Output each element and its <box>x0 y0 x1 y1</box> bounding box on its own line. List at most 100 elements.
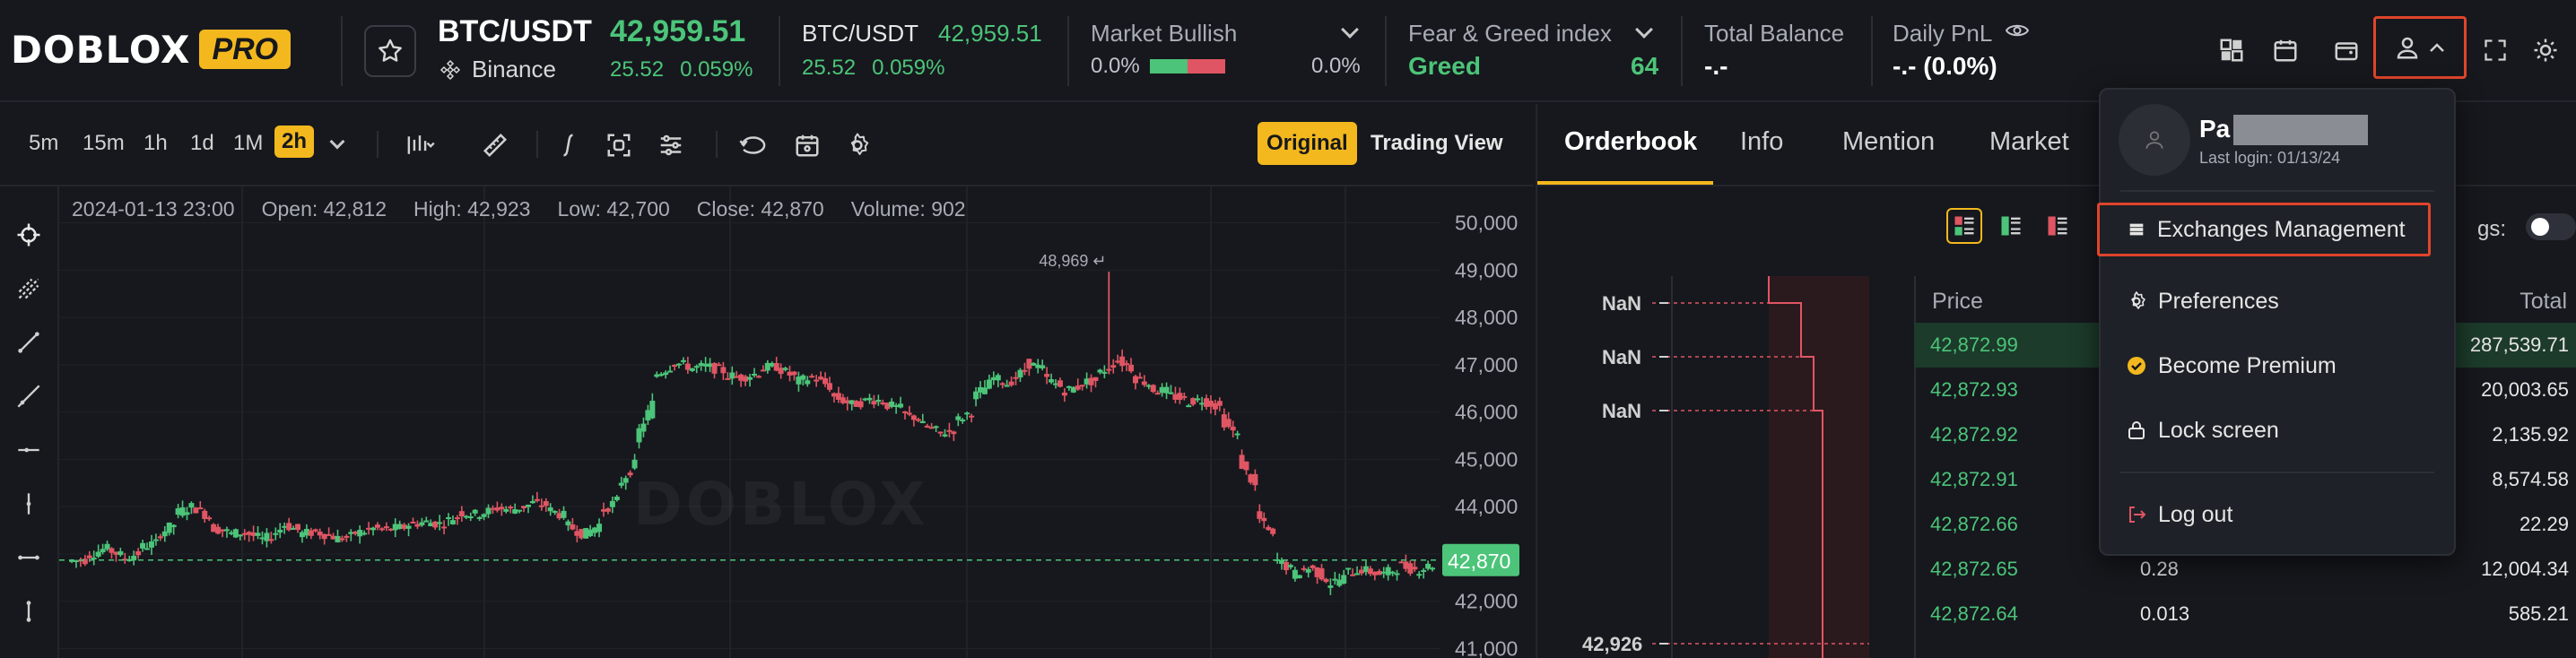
tab-info[interactable]: Info <box>1740 127 1783 157</box>
crosshair-icon[interactable] <box>11 217 47 253</box>
trend-line-icon[interactable] <box>11 325 47 360</box>
menu-lock-screen[interactable]: Lock screen <box>2101 403 2458 457</box>
menu-exchanges-management[interactable]: Exchanges Management <box>2097 203 2431 256</box>
candle-body <box>1243 461 1249 471</box>
candle-body <box>866 397 873 401</box>
calendar-icon[interactable] <box>2266 30 2305 70</box>
candle-body <box>1195 398 1201 401</box>
candle-body <box>197 507 204 510</box>
candle-body <box>649 401 656 419</box>
candle-body <box>152 539 159 541</box>
gear-icon[interactable] <box>838 126 877 165</box>
tab-orderbook[interactable]: Orderbook <box>1564 127 1697 157</box>
peak-label: 48,969 ↵ <box>1039 252 1106 270</box>
horizontal-line-icon[interactable] <box>11 432 47 468</box>
candle-body <box>499 506 505 510</box>
candle-body <box>1261 517 1267 522</box>
row-price: 42,872.64 <box>1930 602 2018 625</box>
timeframe-1h[interactable]: 1h <box>144 131 168 156</box>
vertical-ray-icon[interactable] <box>11 593 47 629</box>
candle-body <box>405 525 412 529</box>
candle-body <box>969 415 975 418</box>
chevron-down-icon[interactable] <box>1341 21 1359 39</box>
divider <box>716 131 718 158</box>
tradingview-button[interactable]: Trading View <box>1371 131 1503 156</box>
candle-low: Low: 42,700 <box>557 197 670 221</box>
candlestick-chart-svg[interactable]: 50,000 49,000 48,000 47,000 46,000 45,000 44,0… <box>59 186 1534 658</box>
candle-body <box>570 524 576 530</box>
exchange-selector[interactable]: Binance <box>439 56 556 83</box>
drawing-toolbar <box>0 186 59 658</box>
timeframe-1d[interactable]: 1d <box>190 131 214 156</box>
view-both-icon[interactable] <box>1946 208 1982 244</box>
screenshot-icon[interactable] <box>599 126 639 165</box>
candle-body <box>1225 419 1231 427</box>
candle-body <box>1110 365 1117 368</box>
depth-label: NaN <box>1602 346 1642 368</box>
horizontal-ray-icon[interactable] <box>11 540 47 576</box>
candle-body <box>1040 365 1046 368</box>
menu-become-premium[interactable]: Become Premium <box>2101 339 2458 393</box>
menu-preferences[interactable]: Preferences <box>2101 274 2458 328</box>
candle-body <box>1079 385 1085 387</box>
eye-icon[interactable] <box>2006 22 2029 39</box>
y-tick-label: 48,000 <box>1455 306 1518 329</box>
candle-body <box>1141 381 1147 385</box>
original-chart-button[interactable]: Original <box>1258 122 1357 165</box>
divider <box>377 131 379 158</box>
orderbook-row[interactable]: 42,872.64 0.013 585.21 <box>1914 592 2576 636</box>
chart-settings-sliders-icon[interactable] <box>651 126 691 165</box>
logo[interactable]: DOBLOX PRO <box>11 27 292 72</box>
price-chart[interactable]: 50,000 49,000 48,000 47,000 46,000 45,000 44,0… <box>59 186 1534 658</box>
candle-body <box>1323 578 1329 583</box>
user-icon <box>2397 37 2418 59</box>
menu-log-out[interactable]: Log out <box>2101 488 2458 541</box>
chart-type-icon[interactable] <box>400 126 439 165</box>
multi-line-icon[interactable] <box>11 271 47 307</box>
candle-body <box>529 500 535 504</box>
ruler-icon[interactable] <box>475 126 515 165</box>
candle-body <box>951 431 957 435</box>
candle-body <box>1101 371 1108 374</box>
timeframe-1M[interactable]: 1M <box>233 131 263 156</box>
candle-body <box>1022 369 1028 372</box>
ray-line-icon[interactable] <box>11 378 47 414</box>
chevron-down-icon[interactable] <box>329 134 345 150</box>
vertical-line-icon[interactable] <box>11 486 47 522</box>
pair-symbol[interactable]: BTC/USDT <box>438 14 592 49</box>
candle-body <box>675 363 682 366</box>
timeframe-2h[interactable]: 2h <box>274 126 315 158</box>
tab-mention[interactable]: Mention <box>1842 127 1935 157</box>
view-asks-icon[interactable] <box>2040 208 2076 244</box>
divider <box>536 131 538 158</box>
candle-open: Open: 42,812 <box>261 197 387 221</box>
candle-body <box>716 364 722 367</box>
market-sentiment-label[interactable]: Market Bullish <box>1091 20 1237 48</box>
candle-body <box>875 400 882 403</box>
candle-body <box>1128 364 1135 372</box>
y-tick-label: 44,000 <box>1455 495 1518 518</box>
view-bids-icon[interactable] <box>1993 208 2029 244</box>
timeframe-15m[interactable]: 15m <box>83 131 125 156</box>
chevron-down-icon[interactable] <box>1635 21 1653 39</box>
date-range-icon[interactable] <box>788 126 827 165</box>
theme-sun-icon[interactable] <box>2526 30 2565 70</box>
candle-body <box>640 423 647 432</box>
indicator-fx-icon[interactable] <box>551 126 590 165</box>
fear-greed-label[interactable]: Fear & Greed index <box>1408 20 1612 48</box>
wallet-icon[interactable] <box>2327 30 2366 70</box>
user-menu-button[interactable] <box>2373 16 2467 79</box>
candle-body <box>312 529 318 532</box>
candle-body <box>410 521 416 524</box>
candle-body <box>534 498 540 501</box>
redacted-name-mask <box>2233 115 2368 145</box>
tab-market[interactable]: Market <box>1989 127 2069 157</box>
layout-icon[interactable] <box>2212 30 2251 70</box>
timeframe-5m[interactable]: 5m <box>29 131 58 156</box>
favorite-star-button[interactable] <box>364 25 416 77</box>
fullscreen-icon[interactable] <box>2476 30 2515 70</box>
lock-icon <box>2128 421 2145 439</box>
replay-icon[interactable] <box>734 126 773 165</box>
binance-icon <box>439 59 461 80</box>
orderbook-toggle[interactable] <box>2526 213 2576 240</box>
